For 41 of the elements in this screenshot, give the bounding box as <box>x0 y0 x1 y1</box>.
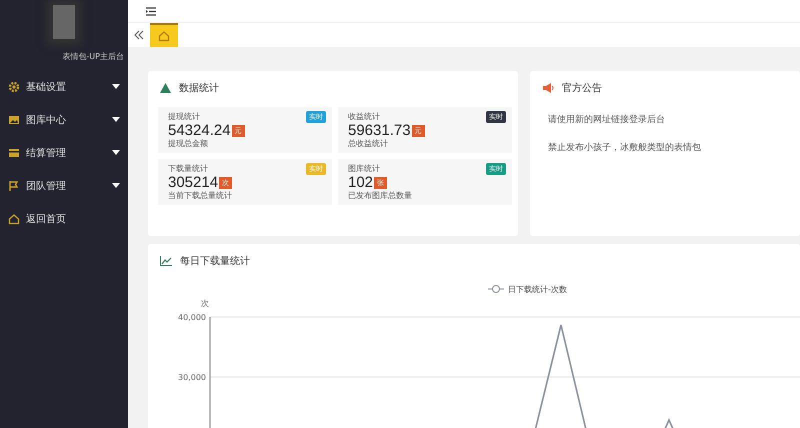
flag-icon <box>8 180 20 192</box>
stat-value: 54324.24 <box>168 123 231 138</box>
line-chart-icon <box>160 256 172 266</box>
card-title: 数据统计 <box>179 82 219 95</box>
notice-text: 请使用新的网址链接登录后台 <box>548 114 666 126</box>
stat-value: 59631.73 <box>348 123 411 138</box>
nav-item[interactable]: 图库中心 <box>0 103 128 136</box>
home-icon <box>8 212 20 224</box>
nav-item[interactable]: 基础设置 <box>0 70 128 103</box>
y-tick-label: 30,000 <box>178 373 206 382</box>
megaphone-icon <box>542 83 554 93</box>
card-title: 每日下载量统计 <box>180 254 250 268</box>
card-icon <box>8 146 20 158</box>
nav-item[interactable]: 返回首页 <box>0 202 128 235</box>
tile-label: 提现统计 <box>168 111 200 122</box>
menu-icon <box>146 6 156 16</box>
card-title: 官方公告 <box>562 82 602 95</box>
nav-item[interactable]: 结算管理 <box>0 136 128 169</box>
stat-caption: 已发布图库总数量 <box>348 190 413 201</box>
legend-marker <box>488 285 504 293</box>
y-axis-unit: 次 <box>201 299 209 308</box>
notice-text: 禁止发布小孩子，冰敷般类型的表情包 <box>548 142 702 154</box>
triangle-icon <box>160 83 171 93</box>
stat-caption: 总收益统计 <box>348 138 389 149</box>
gear-icon <box>8 80 20 92</box>
double-chevron-icon <box>134 30 144 40</box>
tile-label: 收益统计 <box>348 111 380 122</box>
home-tab[interactable] <box>150 23 178 47</box>
tile-label: 下载量统计 <box>168 163 208 174</box>
site-name: 表情包-UP主后台 <box>61 51 125 62</box>
stat-caption: 当前下载总量统计 <box>168 190 233 201</box>
stat-caption: 提现总金额 <box>168 138 209 149</box>
y-tick-label: 40,000 <box>178 313 206 322</box>
logo-placeholder <box>53 5 75 39</box>
stat-value: 305214 <box>168 175 218 190</box>
home-icon <box>158 30 170 42</box>
stat-value: 102 <box>348 175 374 190</box>
tile-label: 图库统计 <box>348 163 380 174</box>
legend-label[interactable]: 日下载统计-次数 <box>508 285 567 294</box>
image-icon <box>8 114 20 126</box>
nav-item[interactable]: 团队管理 <box>0 169 128 202</box>
